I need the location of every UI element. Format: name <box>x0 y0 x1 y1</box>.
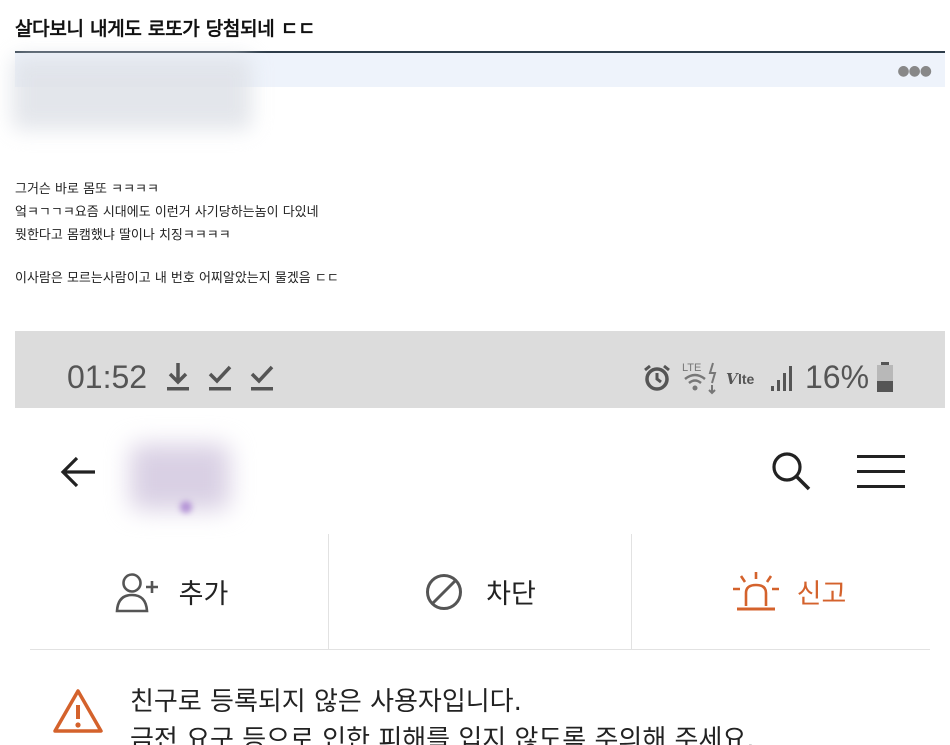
report-button[interactable]: 신고 <box>632 534 945 649</box>
post-body-line: 이사람은 모르는사람이고 내 번호 어찌알았는지 물겠음 ㄷㄷ <box>15 271 339 286</box>
author-info-blurred <box>12 56 252 130</box>
block-label: 차단 <box>486 579 536 610</box>
warning-line-1: 친구로 등록되지 않은 사용자입니다. <box>130 687 522 717</box>
warning-icon <box>53 689 103 733</box>
action-bar: 추가 차단 신고 <box>15 534 945 649</box>
status-bar: 01:52 LTE V lte 16% <box>15 331 945 408</box>
more-options-icon[interactable]: ●●● <box>897 63 932 79</box>
profile-blur-dot <box>180 501 192 513</box>
section-divider <box>30 649 930 650</box>
check-icon <box>250 365 274 391</box>
add-friend-button[interactable]: 추가 <box>15 534 328 649</box>
back-arrow-icon[interactable] <box>59 452 99 492</box>
svg-text:lte: lte <box>738 371 755 387</box>
lte-wifi-icon: LTE <box>682 362 717 395</box>
warning-line-2: 금전 요구 등으로 인한 피해를 입지 않도록 주의해 주세요. <box>130 725 755 745</box>
siren-icon <box>732 571 779 610</box>
post-body-line: 뭣한다고 몸캠했냐 딸이나 치징ㅋㅋㅋㅋ <box>15 228 231 243</box>
download-icon <box>167 363 189 391</box>
alarm-icon <box>644 364 670 391</box>
svg-text:LTE: LTE <box>682 362 701 374</box>
menu-icon[interactable] <box>857 453 905 489</box>
signal-icon <box>771 366 792 391</box>
search-icon[interactable] <box>770 450 812 492</box>
check-icon <box>208 365 232 391</box>
post-body-line: 그거슨 바로 몸또 ㅋㅋㅋㅋ <box>15 182 159 197</box>
report-label: 신고 <box>796 579 847 610</box>
status-time: 01:52 <box>67 359 148 395</box>
post-title: 살다보니 내게도 로또가 당첨되네 ㄷㄷ <box>15 18 316 40</box>
add-friend-label: 추가 <box>178 579 229 610</box>
profile-name-blurred <box>130 444 230 510</box>
post-body-line: 엌ㅋㄱㄱㅋ요즘 시대에도 이런거 사기당하는놈이 다있네 <box>15 205 319 220</box>
battery-icon <box>877 362 893 392</box>
embedded-screenshot: 01:52 LTE V lte 16% 추가 차단 신고 친구로 등록되지 않은… <box>15 331 945 745</box>
block-button[interactable]: 차단 <box>329 534 631 649</box>
battery-percent: 16% <box>805 359 870 395</box>
add-friend-icon <box>115 572 158 612</box>
volte-icon: V lte <box>726 370 755 388</box>
block-icon <box>426 573 463 610</box>
